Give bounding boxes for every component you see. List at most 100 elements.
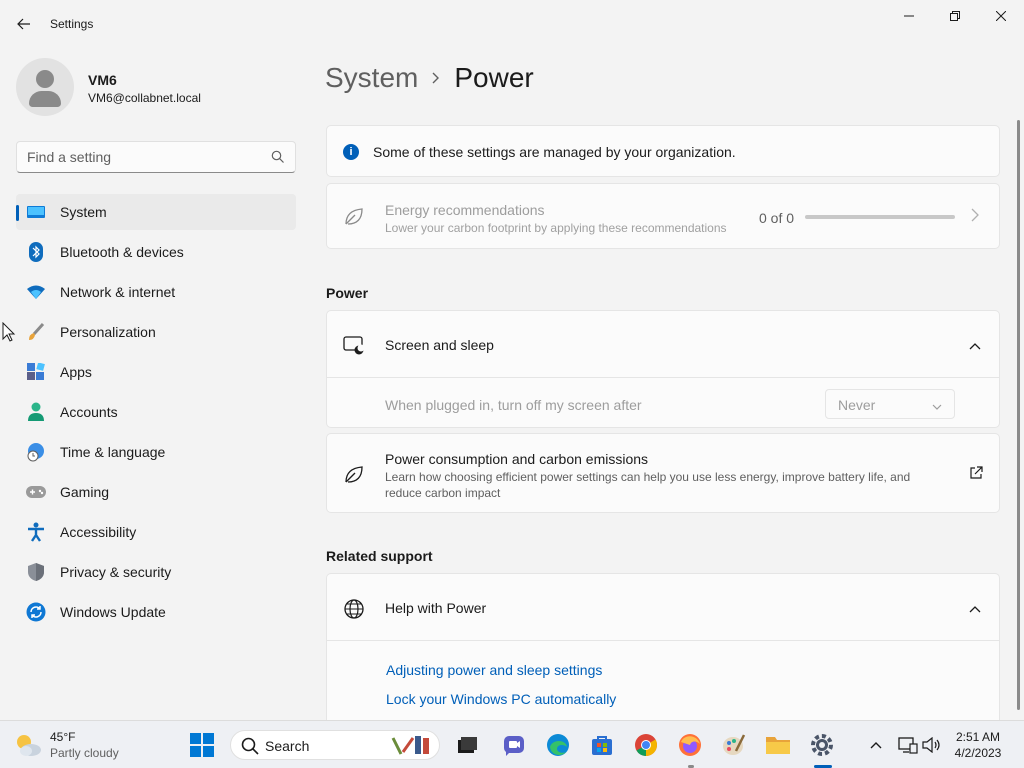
chevron-right-icon (971, 208, 979, 227)
chevron-up-icon (969, 600, 981, 618)
sidebar-item-label: Accessibility (60, 524, 137, 540)
power-consumption-description: Learn how choosing efficient power setti… (385, 470, 911, 500)
chevron-up-icon (870, 742, 882, 749)
person-icon (26, 402, 46, 422)
minimize-button[interactable] (886, 0, 932, 32)
energy-count: 0 of 0 (759, 210, 795, 226)
page-title: Power (454, 62, 534, 93)
search-icon (271, 150, 285, 164)
energy-progress-bar (805, 215, 955, 219)
sidebar-item-label: Personalization (60, 324, 156, 340)
windows-logo-icon (190, 733, 214, 757)
sidebar-item-accounts[interactable]: Accounts (16, 394, 296, 430)
breadcrumb-parent[interactable]: System (325, 62, 418, 94)
energy-title: Energy recommendations (385, 202, 545, 218)
title-bar: Settings (0, 0, 1024, 48)
info-icon: i (343, 144, 359, 160)
paintbrush-icon (26, 322, 46, 342)
globe-icon (343, 598, 365, 625)
globe-clock-icon (26, 442, 46, 462)
section-title-power: Power (326, 285, 369, 301)
volume-button[interactable] (916, 729, 948, 761)
task-view-button[interactable] (452, 729, 484, 761)
energy-recommendations-card[interactable]: Energy recommendations Lower your carbon… (326, 183, 1000, 249)
settings-taskbar-button[interactable] (806, 729, 838, 761)
firefox-button[interactable] (674, 729, 706, 761)
arrow-left-icon (17, 18, 30, 30)
sidebar-item-label: Windows Update (60, 604, 166, 620)
sidebar-item-label: Bluetooth & devices (60, 244, 184, 260)
chrome-icon (635, 734, 657, 756)
power-consumption-card[interactable]: Power consumption and carbon emissions L… (326, 433, 1000, 513)
sidebar-item-bluetooth[interactable]: Bluetooth & devices (16, 234, 296, 270)
store-icon (592, 736, 612, 755)
gear-icon (811, 734, 833, 756)
search-highlight-icon (389, 732, 437, 763)
search-input[interactable] (27, 149, 257, 165)
sidebar-item-label: Gaming (60, 484, 110, 500)
taskbar-search[interactable]: Search (230, 730, 440, 760)
sidebar-item-accessibility[interactable]: Accessibility (16, 514, 296, 550)
weather-widget[interactable]: 45°F Partly cloudy (14, 728, 174, 762)
wifi-icon (26, 282, 46, 302)
user-profile[interactable]: VM6 VM6@collabnet.local (16, 58, 296, 118)
screen-sleep-icon (343, 335, 365, 360)
taskbar-search-label: Search (265, 738, 310, 754)
paint-button[interactable] (718, 729, 750, 761)
avatar (16, 58, 74, 116)
sidebar-item-time-language[interactable]: Time & language (16, 434, 296, 470)
clock[interactable]: 2:51 AM 4/2/2023 (948, 729, 1008, 761)
teams-chat-button[interactable] (498, 729, 530, 761)
chevron-up-icon (969, 337, 981, 355)
edge-button[interactable] (542, 729, 574, 761)
sidebar-item-privacy-security[interactable]: Privacy & security (16, 554, 296, 590)
sidebar-item-label: Privacy & security (60, 564, 172, 580)
leaf-icon (343, 206, 365, 233)
game-controller-icon (26, 482, 46, 502)
breadcrumb: System Power (325, 58, 534, 98)
close-button[interactable] (978, 0, 1024, 32)
speaker-icon (922, 737, 940, 753)
screen-and-sleep-title: Screen and sleep (385, 337, 494, 353)
show-hidden-icons-button[interactable] (860, 729, 892, 761)
sidebar-item-label: Network & internet (60, 284, 176, 300)
sidebar-item-label: Accounts (60, 404, 118, 420)
screen-off-plugged-in-label: When plugged in, turn off my screen afte… (385, 397, 642, 413)
help-with-power-header[interactable]: Help with Power (327, 574, 999, 641)
screen-and-sleep-header[interactable]: Screen and sleep (327, 311, 999, 378)
clock-time: 2:51 AM (955, 730, 1001, 744)
weather-description: Partly cloudy (50, 746, 119, 760)
link-lock-pc-automatically[interactable]: Lock your Windows PC automatically (386, 691, 616, 707)
start-button[interactable] (186, 729, 218, 761)
screen-and-sleep-card: Screen and sleep When plugged in, turn o… (326, 310, 1000, 428)
power-consumption-title: Power consumption and carbon emissions (385, 451, 649, 467)
store-button[interactable] (586, 729, 618, 761)
leaf-icon (343, 464, 365, 491)
section-title-related-support: Related support (326, 548, 433, 564)
open-external-icon (969, 466, 983, 485)
maximize-button[interactable] (932, 0, 978, 32)
chrome-button[interactable] (630, 729, 662, 761)
apps-icon (26, 362, 46, 382)
sidebar-item-system[interactable]: System (16, 194, 296, 230)
scrollbar[interactable] (1017, 120, 1020, 710)
link-adjusting-power-sleep[interactable]: Adjusting power and sleep settings (386, 662, 602, 678)
back-button[interactable] (10, 10, 38, 38)
sidebar-item-personalization[interactable]: Personalization (16, 314, 296, 350)
sidebar-item-gaming[interactable]: Gaming (16, 474, 296, 510)
sidebar-item-windows-update[interactable]: Windows Update (16, 594, 296, 630)
chevron-right-icon (432, 68, 440, 89)
profile-name: VM6 (88, 72, 117, 88)
screen-off-timeout-dropdown[interactable]: Never (825, 389, 955, 419)
chat-icon (504, 736, 524, 756)
file-explorer-button[interactable] (762, 729, 794, 761)
sidebar-item-label: Time & language (60, 444, 166, 460)
find-setting-search[interactable] (16, 141, 296, 173)
sidebar-item-network[interactable]: Network & internet (16, 274, 296, 310)
taskbar: 45°F Partly cloudy Search 2:51 AM 4/2/20… (0, 720, 1024, 768)
notice-text: Some of these settings are managed by yo… (373, 144, 736, 160)
profile-email: VM6@collabnet.local (88, 91, 201, 105)
restore-icon (950, 11, 960, 21)
partly-cloudy-icon (14, 732, 42, 763)
sidebar-item-apps[interactable]: Apps (16, 354, 296, 390)
